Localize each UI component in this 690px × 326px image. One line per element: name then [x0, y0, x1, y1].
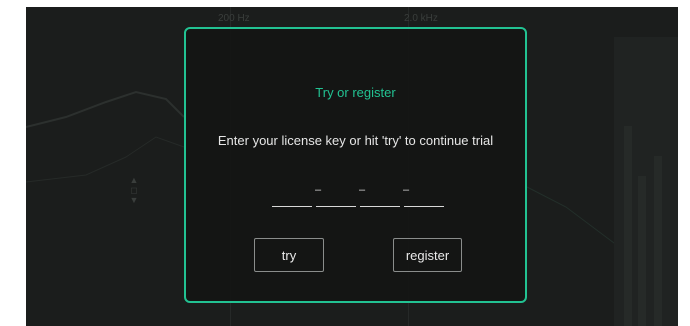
meter-bar: [624, 126, 632, 326]
registration-dialog: Try or register Enter your license key o…: [184, 27, 527, 303]
dialog-title: Try or register: [315, 85, 396, 100]
license-key-field-4[interactable]: [404, 188, 444, 207]
level-meter: [614, 37, 678, 326]
license-key-field-2[interactable]: [316, 188, 356, 207]
meter-bar: [654, 156, 662, 326]
license-key-field-3[interactable]: [360, 188, 400, 207]
plugin-window: 200 Hz 2.0 kHz ▲ ◻ ▼ Try or register Enter…: [26, 7, 678, 326]
register-button[interactable]: register: [393, 238, 462, 272]
meter-bar: [638, 176, 646, 326]
license-key-field-1[interactable]: [272, 188, 312, 207]
range-arrows: ▲ ◻ ▼: [129, 175, 139, 205]
dialog-message: Enter your license key or hit 'try' to c…: [217, 133, 494, 148]
license-key-input-group: – – –: [270, 185, 446, 207]
try-button[interactable]: try: [254, 238, 324, 272]
